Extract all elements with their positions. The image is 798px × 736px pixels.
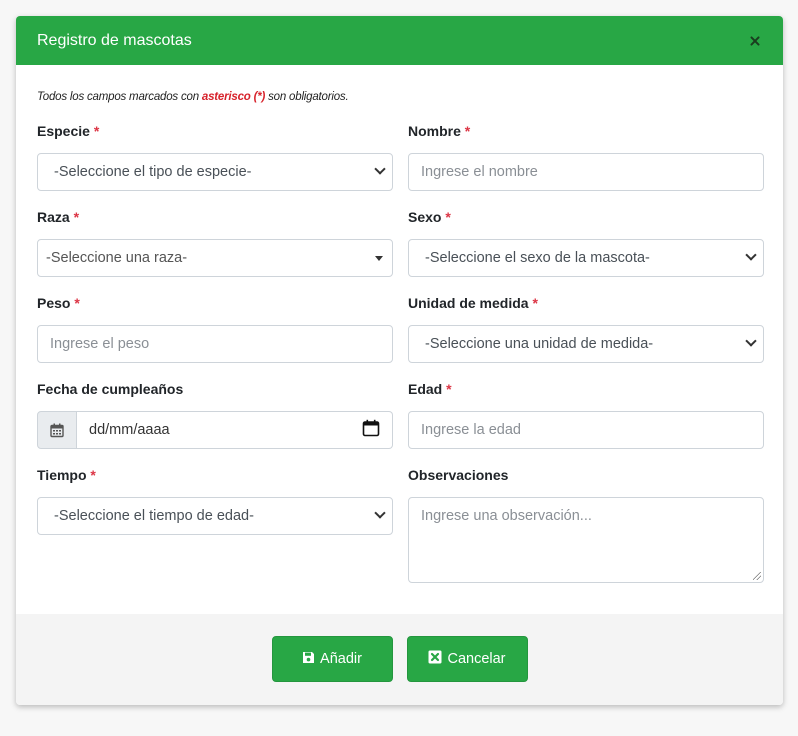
field-nombre: Nombre * Ingrese el nombre [408,121,764,191]
tiempo-label-text: Tiempo [37,467,87,483]
sexo-label-text: Sexo [408,209,442,225]
chevron-down-icon [745,335,757,347]
add-button[interactable]: Añadir [271,636,393,682]
register-pet-modal: Registro de mascotas Todos los campos ma… [16,16,783,705]
sexo-select[interactable]: -Seleccione el sexo de la mascota- [408,239,764,277]
required-star: * [464,123,471,139]
field-peso: Peso * Ingrese el peso [37,293,393,363]
field-especie: Especie * -Seleccione el tipo de especie… [37,121,393,191]
tiempo-select-value: -Seleccione el tiempo de edad- [54,508,254,524]
add-button-label: Añadir [320,651,362,667]
fecha-value: dd/mm/aaaa [89,422,170,438]
sexo-label: Sexo * [408,207,764,227]
modal-header: Registro de mascotas [16,16,783,65]
caret-down-icon [375,256,383,261]
unidad-label: Unidad de medida * [408,293,764,313]
field-sexo: Sexo * -Seleccione el sexo de la mascota… [408,207,764,277]
tiempo-label: Tiempo * [37,465,393,485]
peso-placeholder: Ingrese el peso [50,336,150,352]
peso-input[interactable]: Ingrese el peso [37,325,393,363]
edad-label: Edad * [408,379,764,399]
field-edad: Edad * Ingrese la edad [408,379,764,449]
chevron-down-icon [374,163,386,175]
save-icon [302,651,315,668]
calendar-addon-icon [37,411,77,449]
tiempo-select[interactable]: -Seleccione el tiempo de edad- [37,497,393,535]
close-square-icon [428,650,442,668]
raza-label: Raza * [37,207,393,227]
calendar-picker-icon[interactable] [362,419,380,441]
sexo-select-value: -Seleccione el sexo de la mascota- [425,250,650,266]
unidad-select-value: -Seleccione una unidad de medida- [425,336,654,352]
required-star: * [74,295,80,311]
required-star: * [73,209,80,225]
especie-label-text: Especie [37,123,90,139]
especie-label: Especie * [37,121,393,141]
observaciones-label: Observaciones [408,465,764,485]
unidad-label-text: Unidad de medida [408,295,529,311]
peso-label: Peso * [37,293,393,313]
nombre-placeholder: Ingrese el nombre [421,164,538,180]
field-fecha: Fecha de cumpleaños dd/mm/aaaa [37,379,393,449]
chevron-down-icon [374,507,386,519]
field-unidad: Unidad de medida * -Seleccione una unida… [408,293,764,363]
observaciones-label-text: Observaciones [408,467,509,483]
nombre-label-text: Nombre [408,123,461,139]
modal-footer: Añadir Cancelar [16,614,783,705]
raza-label-text: Raza [37,209,70,225]
fecha-input-group: dd/mm/aaaa [37,411,393,449]
especie-select-value: -Seleccione el tipo de especie- [54,164,252,180]
fecha-label-text: Fecha de cumpleaños [37,381,184,397]
required-star: * [532,295,538,311]
required-star: * [93,123,100,139]
edad-label-text: Edad [408,381,443,397]
peso-label-text: Peso [37,295,71,311]
field-tiempo: Tiempo * -Seleccione el tiempo de edad- [37,465,393,535]
observaciones-placeholder: Ingrese una observación... [421,508,592,524]
required-star: * [446,381,452,397]
note-highlight: asterisco (*) [201,91,266,103]
cancel-button[interactable]: Cancelar [406,636,528,682]
edad-placeholder: Ingrese la edad [421,422,521,438]
unidad-select[interactable]: -Seleccione una unidad de medida- [408,325,764,363]
required-star: * [90,467,96,483]
modal-title: Registro de mascotas [37,31,192,49]
chevron-down-icon [745,249,757,261]
nombre-label: Nombre * [408,121,764,141]
modal-body: Todos los campos marcados con asterisco … [16,65,783,614]
cancel-button-label: Cancelar [447,651,506,667]
fecha-input[interactable]: dd/mm/aaaa [77,411,393,449]
required-star: * [445,209,451,225]
required-fields-note: Todos los campos marcados con asterisco … [37,91,763,103]
field-raza: Raza * -Seleccione una raza- [37,207,393,277]
nombre-input[interactable]: Ingrese el nombre [408,153,764,191]
observaciones-textarea[interactable]: Ingrese una observación... [408,497,764,583]
close-icon[interactable] [747,33,763,49]
note-suffix: son obligatorios. [265,91,349,103]
raza-select[interactable]: -Seleccione una raza- [37,239,393,277]
raza-select-value: -Seleccione una raza- [46,250,188,266]
edad-input[interactable]: Ingrese la edad [408,411,764,449]
fecha-label: Fecha de cumpleaños [37,379,393,399]
resize-grip-icon[interactable] [753,572,761,580]
field-observaciones: Observaciones Ingrese una observación... [408,465,764,583]
note-prefix: Todos los campos marcados con [37,91,202,103]
especie-select[interactable]: -Seleccione el tipo de especie- [37,153,393,191]
